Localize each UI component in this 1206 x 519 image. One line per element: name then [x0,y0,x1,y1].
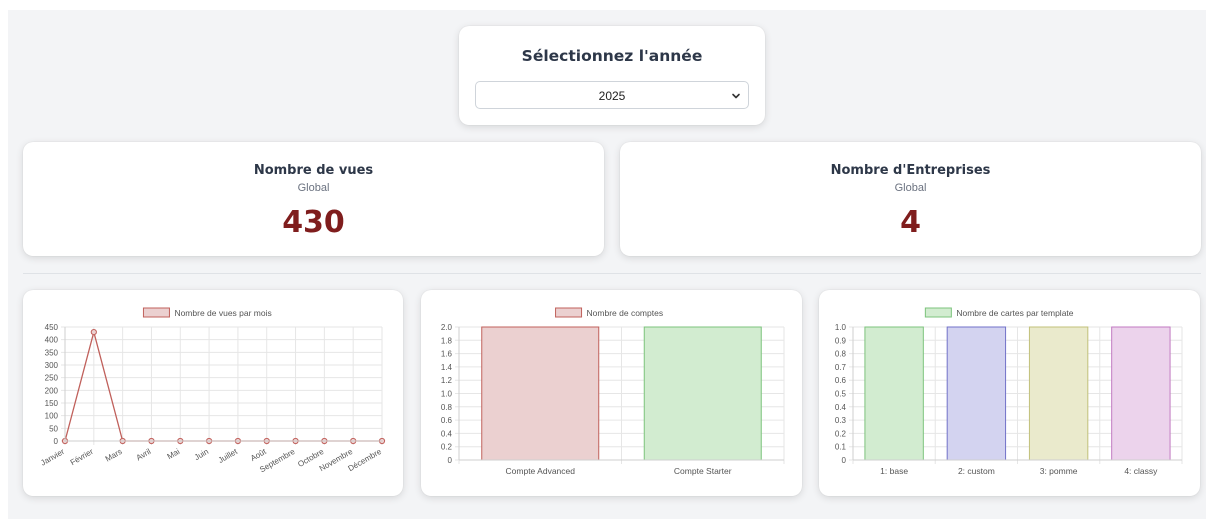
y-tick-label: 0.8 [835,350,847,359]
y-tick-label: 1.0 [441,390,453,399]
y-tick-label: 300 [45,361,59,370]
x-tick-label: Juin [193,447,210,462]
x-tick-label: Janvier [39,447,66,468]
year-select-value: 2025 [598,89,626,103]
y-tick-label: 50 [49,424,58,433]
views-per-month-chart: Nombre de vues par mois 0 50 100 150 200 250 30… [39,307,386,474]
y-tick-label: 450 [45,323,59,332]
y-tick-label: 0.7 [835,363,847,372]
x-tick-label: Février [69,447,95,467]
companies-stat-subtitle: Global [894,182,927,194]
series-line [64,329,382,442]
year-select[interactable]: 2025 [475,81,749,109]
x-tick-label: Août [249,447,268,463]
y-tick-label: 1.0 [835,323,847,332]
y-tick-label: 1.6 [441,350,453,359]
cards-per-template-chart: Nombre de cartes par template 0 0.1 0.2 0.3 0… [835,307,1183,476]
y-tick-label: 1.4 [441,363,453,372]
x-tick-label: Mars [104,447,124,464]
y-tick-label: 0.6 [835,376,847,385]
legend-label: Nombre de comptes [587,308,664,318]
legend-swatch [142,307,170,318]
chevron-down-icon [732,93,740,99]
x-tick-label: 4: classy [1124,466,1158,476]
y-tick-label: 1.8 [441,336,453,345]
y-tick-label: 0.9 [835,336,847,345]
views-stat-subtitle: Global [297,182,330,194]
bar [481,326,600,461]
x-tick-label: Mai [166,447,182,461]
y-tick-label: 1.2 [441,376,453,385]
views-stat-value: 430 [282,205,345,240]
legend-swatch [924,307,952,318]
y-tick-label: 0 [448,456,453,465]
x-tick-label: 1: base [880,466,908,476]
bar [946,326,1007,461]
bar [1028,326,1089,461]
data-point [90,328,97,336]
companies-stat-value: 4 [900,205,921,240]
y-tick-label: 0 [842,456,847,465]
y-tick-label: 2.0 [441,323,453,332]
legend-label: Nombre de cartes par template [956,308,1073,318]
y-tick-label: 200 [45,386,59,395]
x-tick-label: Avril [135,447,153,463]
y-tick-label: 0.5 [835,390,847,399]
x-tick-label: Juillet [217,447,240,465]
y-tick-label: 0.8 [441,403,453,412]
accounts-chart-card: Nombre de comptes 0 0.2 0.4 0.6 0.8 1.0 1.2 1.4 1… [421,290,802,496]
x-tick-label: 2: custom [958,466,995,476]
y-tick-label: 100 [45,412,59,421]
y-tick-label: 150 [45,399,59,408]
legend-swatch [555,307,583,318]
section-divider [23,273,1201,274]
y-tick-label: 0.1 [835,443,847,452]
companies-stat-title: Nombre d'Entreprises [830,163,991,178]
bar [864,326,924,461]
cards-per-template-chart-card: Nombre de cartes par template 0 0.1 0.2 0.3 0… [819,290,1200,496]
dashboard-page: Sélectionnez l'année 2025 Nombre de vues… [8,10,1206,519]
accounts-chart: Nombre de comptes 0 0.2 0.4 0.6 0.8 1.0 1.2 1.4 1… [441,307,785,476]
y-tick-label: 0.4 [441,429,453,438]
y-tick-label: 0.2 [441,443,453,452]
y-tick-label: 0.2 [835,429,847,438]
y-tick-label: 350 [45,348,59,357]
companies-stat-card: Nombre d'Entreprises Global 4 [620,142,1201,256]
y-tick-label: 0 [54,437,59,446]
bar [1111,326,1171,461]
x-tick-label: Décembre [347,447,384,474]
x-tick-label: Compte Starter [674,466,732,476]
views-stat-title: Nombre de vues [253,163,374,178]
y-tick-label: 250 [45,374,59,383]
y-tick-label: 0.4 [835,403,847,412]
year-selector-card: Sélectionnez l'année 2025 [459,26,765,125]
x-tick-label: 3: pomme [1040,466,1078,476]
y-tick-label: 0.6 [441,416,453,425]
views-stat-card: Nombre de vues Global 430 [23,142,604,256]
bar [643,326,762,461]
y-tick-label: 0.3 [835,416,847,425]
views-per-month-chart-card: Nombre de vues par mois 0 50 100 150 200 250 30… [23,290,403,496]
legend-label: Nombre de vues par mois [174,308,271,318]
x-tick-label: Compte Advanced [506,466,576,476]
year-selector-title: Sélectionnez l'année [521,47,703,65]
y-tick-label: 400 [45,336,59,345]
